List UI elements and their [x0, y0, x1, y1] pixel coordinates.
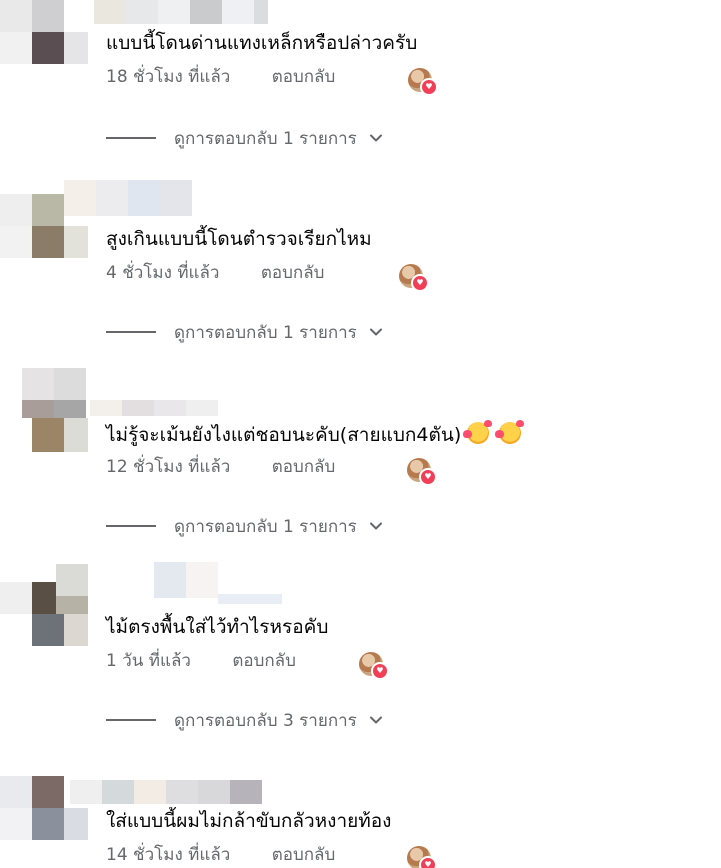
view-replies-label: ดูการตอบกลับ 1 รายการ: [174, 516, 357, 537]
comment-text: สูงเกินแบบนี้โดนตำรวจเรียกไหม: [106, 228, 372, 250]
comment-timestamp[interactable]: 14 ชั่วโมง ที่แล้ว: [106, 842, 230, 868]
comment-timestamp[interactable]: 4 ชั่วโมง ที่แล้ว: [106, 260, 219, 286]
reply-link[interactable]: ตอบกลับ: [272, 64, 336, 90]
chevron-down-icon: [369, 325, 383, 339]
view-replies-button[interactable]: ดูการตอบกลับ 1 รายการ: [106, 124, 383, 152]
chevron-down-icon: [369, 519, 383, 533]
reply-thread-line: [106, 719, 156, 721]
comment-item: ไม้ตรงพื้นใส่ไว้ทำไรหรอคับ 1 วัน ที่แล้ว…: [0, 562, 721, 756]
view-replies-label: ดูการตอบกลับ 1 รายการ: [174, 322, 357, 343]
reply-thread-line: [106, 525, 156, 527]
reply-thread-line: [106, 137, 156, 139]
reply-link[interactable]: ตอบกลับ: [232, 648, 296, 674]
heart-reaction-icon: ♥: [420, 78, 438, 96]
commenter-name-blurred[interactable]: [64, 180, 284, 216]
reply-link[interactable]: ตอบกลับ: [272, 454, 336, 480]
comment-thread: แบบนี้โดนด่านแทงเหล็กหรือปล่าวครับ 18 ชั…: [0, 0, 721, 868]
view-replies-button[interactable]: ดูการตอบกลับ 1 รายการ: [106, 512, 383, 540]
comment-meta: 14 ชั่วโมง ที่แล้ว ตอบกลับ: [106, 842, 335, 868]
comment-meta: 4 ชั่วโมง ที่แล้ว ตอบกลับ: [106, 260, 324, 286]
commenter-name-blurred[interactable]: [64, 368, 284, 416]
reactor-avatar-icon[interactable]: ♥: [359, 652, 389, 680]
comment-timestamp[interactable]: 18 ชั่วโมง ที่แล้ว: [106, 64, 230, 90]
reactor-avatar-icon[interactable]: ♥: [408, 68, 438, 96]
comment-meta: 12 ชั่วโมง ที่แล้ว ตอบกลับ: [106, 454, 335, 480]
heart-reaction-icon: ♥: [419, 856, 437, 868]
view-replies-button[interactable]: ดูการตอบกลับ 1 รายการ: [106, 318, 383, 346]
reply-link[interactable]: ตอบกลับ: [261, 260, 325, 286]
reply-thread-line: [106, 331, 156, 333]
comment-meta: 18 ชั่วโมง ที่แล้ว ตอบกลับ: [106, 64, 335, 90]
comment-item: แบบนี้โดนด่านแทงเหล็กหรือปล่าวครับ 18 ชั…: [0, 0, 721, 194]
comment-timestamp[interactable]: 12 ชั่วโมง ที่แล้ว: [106, 454, 230, 480]
commenter-name-blurred[interactable]: [64, 772, 284, 804]
smiling-face-with-hearts-icon: [463, 420, 493, 444]
comment-text: แบบนี้โดนด่านแทงเหล็กหรือปล่าวครับ: [106, 32, 418, 54]
comment-item: สูงเกินแบบนี้โดนตำรวจเรียกไหม 4 ชั่วโมง …: [0, 180, 721, 374]
view-replies-button[interactable]: ดูการตอบกลับ 3 รายการ: [106, 706, 383, 734]
heart-reaction-icon: ♥: [371, 662, 389, 680]
comment-text: ไม่รู้จะเม้นยังไงแต่ชอบนะคับ(สายแบก4ตัน): [106, 420, 525, 448]
comment-timestamp[interactable]: 1 วัน ที่แล้ว: [106, 648, 191, 674]
view-replies-label: ดูการตอบกลับ 3 รายการ: [174, 710, 357, 731]
comment-text: ไม้ตรงพื้นใส่ไว้ทำไรหรอคับ: [106, 616, 329, 638]
reactor-avatar-icon[interactable]: ♥: [407, 846, 437, 868]
reactor-avatar-icon[interactable]: ♥: [399, 264, 429, 292]
view-replies-label: ดูการตอบกลับ 1 รายการ: [174, 128, 357, 149]
comment-item: ใส่แบบนี้ผมไม่กล้าขับกลัวหงายท้อง 14 ชั่…: [0, 772, 721, 868]
chevron-down-icon: [369, 131, 383, 145]
heart-reaction-icon: ♥: [419, 468, 437, 486]
chevron-down-icon: [369, 713, 383, 727]
commenter-name-blurred[interactable]: [64, 0, 284, 28]
heart-reaction-icon: ♥: [411, 274, 429, 292]
reply-link[interactable]: ตอบกลับ: [272, 842, 336, 868]
smiling-face-with-hearts-icon: [495, 420, 525, 444]
commenter-name-blurred[interactable]: [64, 562, 284, 604]
reactor-avatar-icon[interactable]: ♥: [407, 458, 437, 486]
comment-text: ใส่แบบนี้ผมไม่กล้าขับกลัวหงายท้อง: [106, 810, 392, 832]
comment-item: ไม่รู้จะเม้นยังไงแต่ชอบนะคับ(สายแบก4ตัน)…: [0, 368, 721, 562]
comment-meta: 1 วัน ที่แล้ว ตอบกลับ: [106, 648, 296, 674]
